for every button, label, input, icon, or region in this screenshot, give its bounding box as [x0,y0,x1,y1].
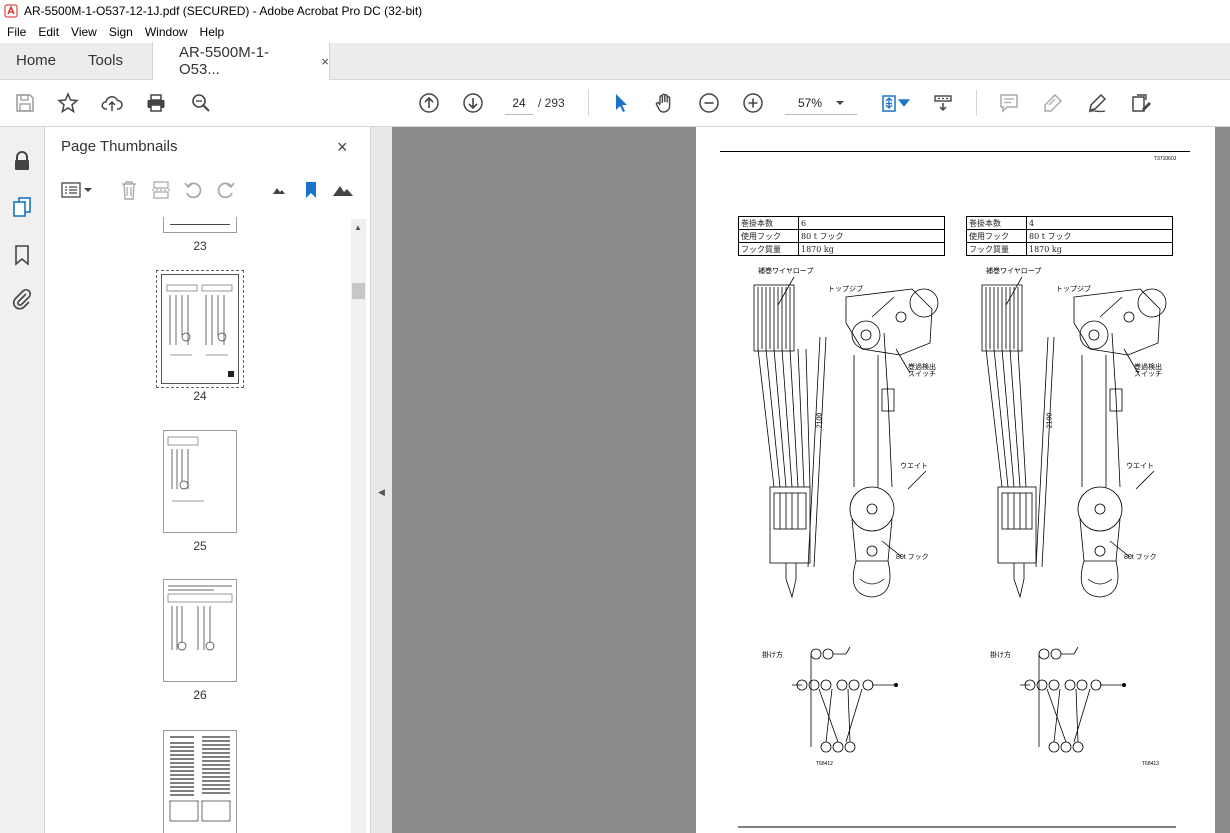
zoom-in-icon[interactable] [740,90,766,116]
zoom-out-icon[interactable] [696,90,722,116]
title-bar: AR-5500M-1-O537-12-1J.pdf (SECURED) - Ad… [0,0,1230,22]
attachment-icon[interactable] [10,287,34,311]
document-viewer[interactable]: T371060J 巻掛本数 6 使用フック 80 t フック フック質量 1870 k… [392,127,1230,833]
chevron-down-icon [836,100,844,105]
panel-collapse-gutter[interactable]: ◀ [371,127,392,833]
upload-cloud-icon[interactable] [99,90,125,116]
toolbar-divider [588,90,589,116]
viewer-scrollbar[interactable] [1215,127,1230,833]
menu-edit[interactable]: Edit [33,25,64,39]
thumbnail-label: 26 [193,688,207,702]
figure-code: T68412 [816,761,833,767]
scroll-mode-icon[interactable] [930,90,956,116]
sign-pen-icon[interactable] [1084,90,1110,116]
thumbnail-label: 23 [193,239,207,253]
save-icon[interactable] [12,90,38,116]
rotate-left-icon[interactable] [181,177,205,203]
acrobat-icon [4,4,18,18]
zoom-level-select[interactable]: 57% [785,91,857,115]
page-thumbnails-panel: Page Thumbnails × 23 24 25 26 ▲ [45,127,371,833]
scroll-up-icon[interactable]: ▲ [354,223,362,232]
thumbnail-options-icon[interactable] [59,177,95,203]
thumbnail-page[interactable] [163,730,237,833]
label-hook: 80t フック [1124,554,1157,561]
tab-document[interactable]: AR-5500M-1-O53... × [152,42,330,80]
zoom-level-value: 57% [797,95,823,110]
extract-page-icon[interactable] [149,177,173,203]
menu-window[interactable]: Window [140,25,193,39]
thumbnail-small-icon[interactable] [267,177,291,203]
label-dimension: 2100 [1046,412,1054,429]
page-total: / 293 [538,96,565,110]
label-dimension: 2100 [816,412,824,429]
print-icon[interactable] [143,90,169,116]
label-switch-2: スイッチ [908,371,936,378]
previous-page-icon[interactable] [416,90,442,116]
thumbnail-page[interactable] [163,217,237,233]
next-page-icon[interactable] [460,90,486,116]
label-top-jib: トップジブ [1056,286,1091,293]
label-reeving: 掛け方 [990,652,1011,659]
select-cursor-icon[interactable] [608,90,634,116]
tab-close-icon[interactable]: × [321,54,329,69]
menu-file[interactable]: File [2,25,31,39]
toolbar-divider [976,90,977,116]
panel-toolbar [59,177,359,203]
crane-hook-drawing [738,276,1176,828]
thumbnail-page[interactable] [163,430,237,533]
comment-icon[interactable] [996,90,1022,116]
tab-home[interactable]: Home [0,42,72,79]
thumbnail-marker-icon[interactable] [299,177,323,203]
fit-dropdown-icon[interactable] [898,90,910,116]
lock-icon[interactable] [10,149,34,173]
label-weight: ウエイト [1126,463,1154,470]
pdf-page: T371060J 巻掛本数 6 使用フック 80 t フック フック質量 1870 k… [696,127,1215,833]
tab-bar: Home Tools AR-5500M-1-O53... × [0,42,1230,80]
menu-help[interactable]: Help [195,25,230,39]
bookmark-star-icon[interactable] [55,90,81,116]
thumbnail-list: 23 24 25 26 [45,217,351,833]
menu-sign[interactable]: Sign [104,25,138,39]
hand-tool-icon[interactable] [652,90,678,116]
menu-bar: File Edit View Sign Window Help [0,22,1230,42]
label-weight: ウエイト [900,463,928,470]
thumbnail-page[interactable] [163,579,237,682]
page-thumbnails-icon[interactable] [10,195,34,219]
tab-tools[interactable]: Tools [72,42,152,79]
figure-code: T68413 [1142,761,1159,767]
rotate-right-icon[interactable] [214,177,238,203]
left-rail [0,127,45,833]
panel-scrollbar[interactable]: ▲ [351,219,366,833]
tab-document-label: AR-5500M-1-O53... [179,44,270,78]
page-number-input[interactable]: 24 [505,91,533,115]
panel-title: Page Thumbnails [61,138,178,155]
label-switch-2: スイッチ [1134,371,1162,378]
window-title: AR-5500M-1-O537-12-1J.pdf (SECURED) - Ad… [24,4,423,18]
panel-close-icon[interactable]: × [337,137,348,158]
label-top-jib: トップジブ [828,286,863,293]
menu-view[interactable]: View [66,25,102,39]
scrollbar-thumb[interactable] [352,283,365,299]
label-wire-rope: 補巻ワイヤロープ [986,268,1042,275]
thumbnail-large-icon[interactable] [331,177,355,203]
thumbnail-page-current[interactable] [161,274,239,384]
label-wire-rope: 補巻ワイヤロープ [758,268,814,275]
thumbnail-label: 24 [193,389,207,403]
label-reeving: 掛け方 [762,652,783,659]
zoom-search-icon[interactable] [188,90,214,116]
highlight-pen-icon[interactable] [1040,90,1066,116]
main-toolbar: 24 / 293 57% [0,80,1230,127]
thumbnail-label: 25 [193,539,207,553]
bookmarks-icon[interactable] [10,243,34,267]
collapse-arrow-icon[interactable]: ◀ [378,487,385,498]
label-hook: 80t フック [896,554,929,561]
redact-tools-icon[interactable] [1128,90,1154,116]
delete-page-icon[interactable] [117,177,141,203]
